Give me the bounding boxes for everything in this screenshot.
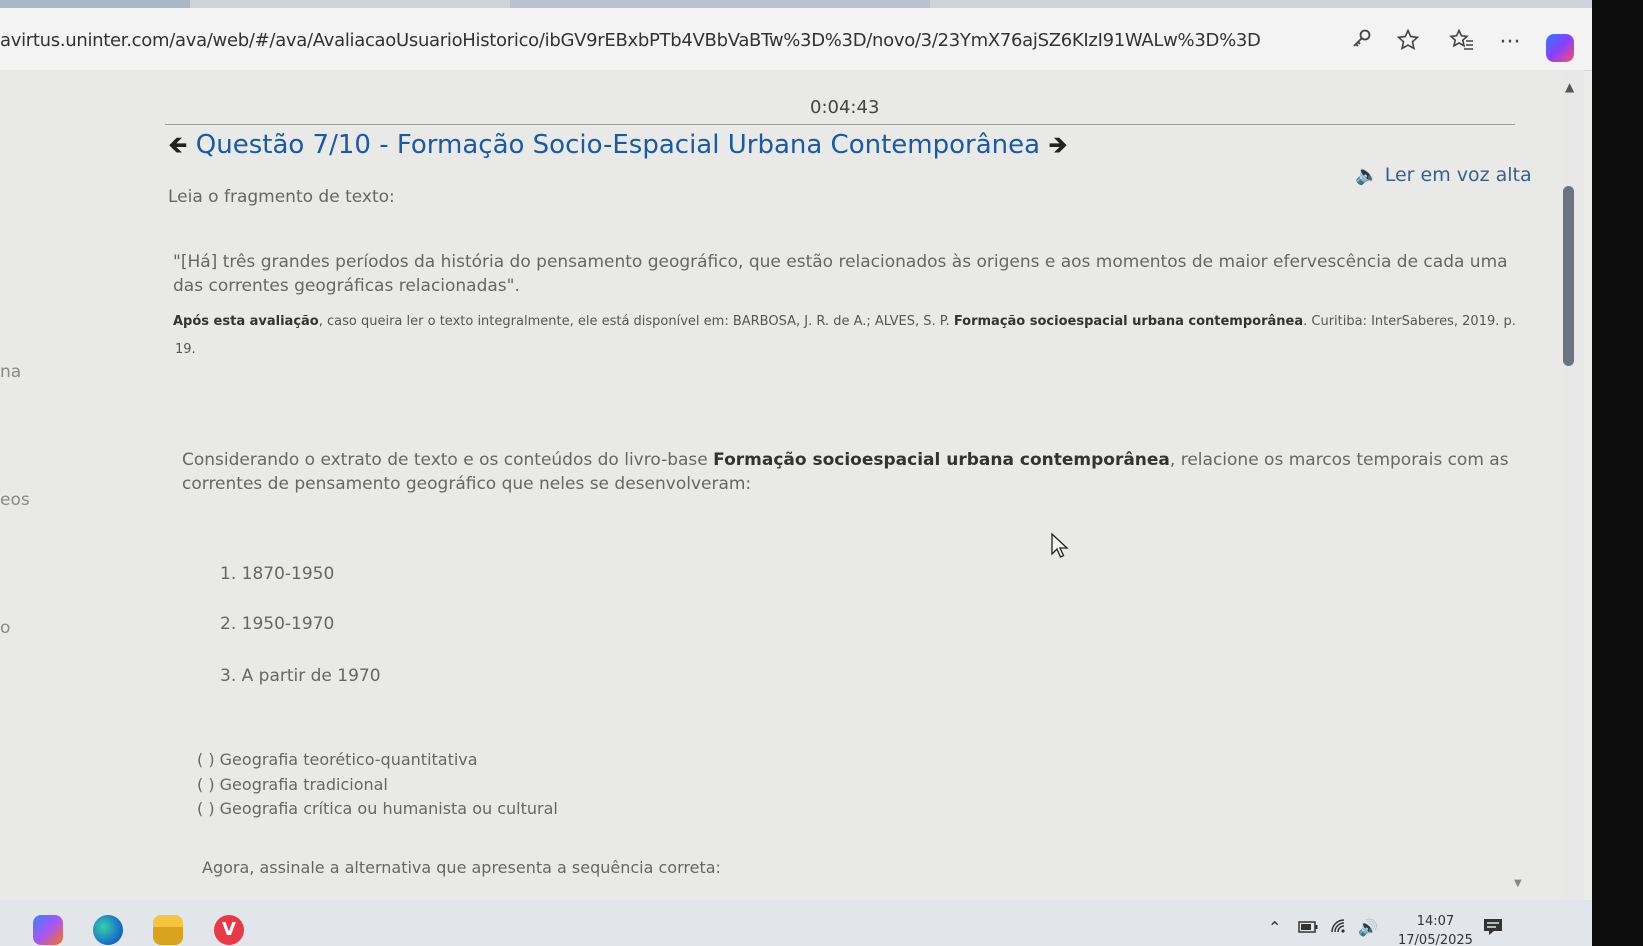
clock-time: 14:07	[1416, 914, 1455, 929]
final-instruction: Agora, assinale a alternativa que aprese…	[202, 858, 721, 877]
quote-line-1: "[Há] três grandes períodos da história …	[173, 252, 1508, 272]
key-icon[interactable]	[1346, 28, 1376, 58]
quote-line-2: das correntes geográficas relacionadas".	[173, 276, 520, 296]
battery-icon[interactable]	[1298, 918, 1318, 937]
file-explorer-icon[interactable]	[153, 915, 183, 945]
tab-strip	[0, 0, 1592, 8]
reference-bold-1: Após esta avaliação	[173, 314, 319, 329]
read-aloud-button[interactable]: 🔈 Ler em voz alta	[1355, 163, 1532, 186]
chevron-up-icon[interactable]: ⌃	[1268, 918, 1281, 937]
period-item: 3. A partir de 1970	[220, 666, 381, 686]
more-icon[interactable]: ···	[1495, 28, 1525, 58]
offscreen-fragment: eos	[0, 490, 30, 510]
question-header: 🡸 Questão 7/10 - Formação Socio-Espacial…	[168, 128, 1068, 169]
offscreen-fragment: na	[0, 362, 22, 382]
matching-option: ( ) Geografia teorético-quantitativa	[197, 750, 478, 769]
divider	[165, 124, 1515, 125]
reference-page: 19.	[175, 342, 196, 357]
edge-icon[interactable]	[93, 915, 123, 945]
prompt-part-1: Considerando o extrato de texto e os con…	[182, 450, 714, 470]
read-aloud-label: Ler em voz alta	[1384, 164, 1532, 186]
notifications-icon[interactable]	[1482, 916, 1504, 942]
prompt-line-2: correntes de pensamento geográfico que n…	[182, 474, 752, 494]
matching-option: ( ) Geografia crítica ou humanista ou cu…	[197, 799, 558, 818]
scroll-down-icon[interactable]: ▼	[1514, 878, 1522, 889]
wifi-icon[interactable]	[1330, 918, 1350, 938]
monitor-bezel	[1592, 0, 1643, 946]
clock-date: 17/05/2025	[1398, 933, 1473, 946]
timer: 0:04:43	[810, 97, 880, 118]
reference-part-2: . Curitiba: InterSaberes, 2019. p.	[1303, 314, 1516, 329]
scroll-up-icon[interactable]: ▲	[1565, 80, 1574, 94]
system-clock[interactable]: 14:07 17/05/2025	[1398, 912, 1473, 946]
star-icon[interactable]	[1393, 28, 1423, 58]
prompt-part-2: , relacione os marcos temporais com as	[1169, 450, 1509, 470]
prompt-book-title: Formação socioespacial urbana contemporâ…	[713, 450, 1170, 470]
address-bar: avirtus.uninter.com/ava/web/#/ava/Avalia…	[0, 8, 1592, 71]
previous-arrow-icon[interactable]: 🡸	[168, 131, 188, 159]
prompt-line-1: Considerando o extrato de texto e os con…	[182, 450, 1509, 470]
period-item: 2. 1950-1970	[220, 614, 335, 634]
copilot-icon[interactable]	[1546, 34, 1574, 62]
reference-bold-2: Formação socioespacial urbana contemporâ…	[953, 314, 1304, 329]
period-item: 1. 1870-1950	[220, 564, 335, 584]
tab-other[interactable]	[510, 0, 930, 8]
intro-text: Leia o fragmento de texto:	[168, 187, 395, 207]
vivaldi-icon[interactable]: V	[214, 915, 244, 945]
scroll-thumb[interactable]	[1563, 186, 1574, 366]
question-title: Questão 7/10 - Formação Socio-Espacial U…	[195, 130, 1041, 160]
url-field[interactable]: avirtus.uninter.com/ava/web/#/ava/Avalia…	[0, 30, 1261, 51]
volume-icon[interactable]: 🔊	[1358, 918, 1378, 937]
mouse-cursor-icon	[1050, 532, 1070, 564]
assessment-page: 0:04:43 🡸 Questão 7/10 - Formação Socio-…	[0, 70, 1565, 900]
reference-part-1: , caso queira ler o texto integralmente,…	[318, 314, 954, 329]
next-arrow-icon[interactable]: 🡺	[1048, 131, 1068, 159]
screen: avirtus.uninter.com/ava/web/#/ava/Avalia…	[0, 0, 1592, 946]
tab-active[interactable]	[0, 0, 190, 8]
matching-option: ( ) Geografia tradicional	[197, 775, 388, 794]
favorites-icon[interactable]	[1447, 28, 1477, 58]
speaker-icon: 🔈	[1355, 164, 1379, 186]
offscreen-fragment: o	[0, 618, 11, 638]
copilot-icon[interactable]	[33, 915, 63, 945]
reference-text: Após esta avaliação, caso queira ler o t…	[173, 314, 1516, 329]
